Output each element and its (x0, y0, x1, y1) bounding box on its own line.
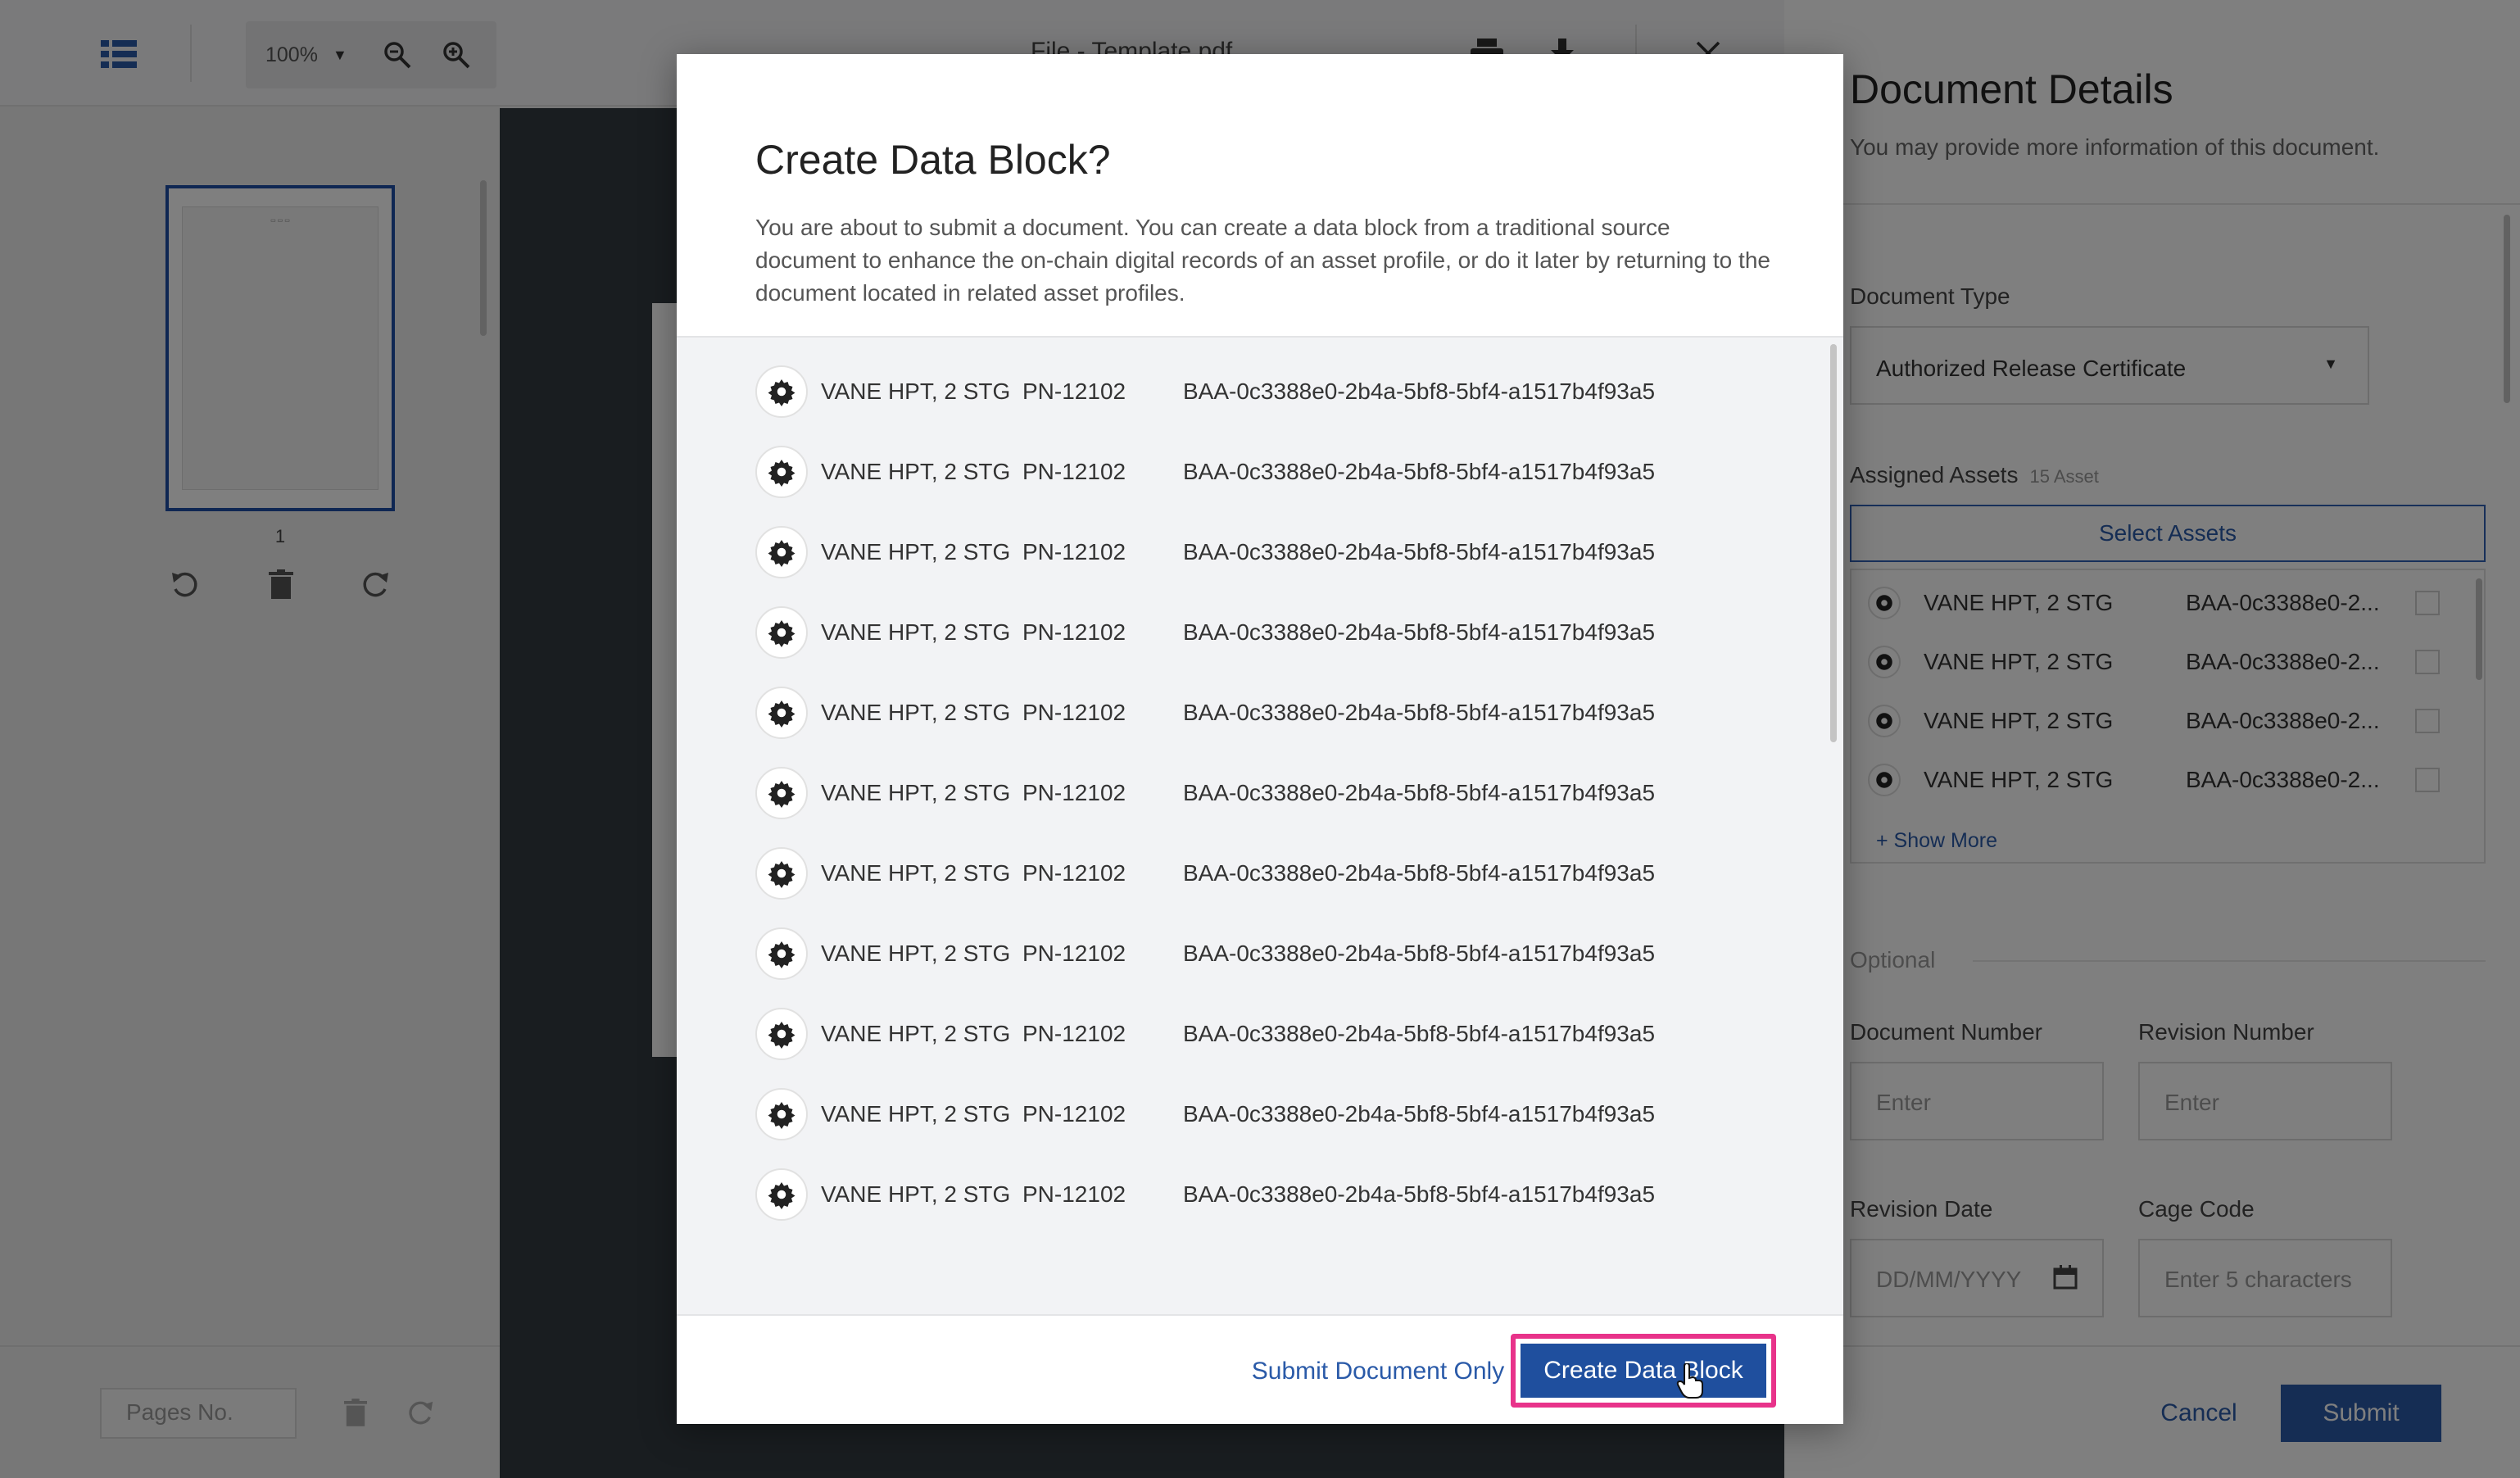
list-item: VANE HPT, 2 STG PN-12102 BAA-0c3388e0-2b4a… (755, 365, 1738, 418)
list-item: VANE HPT, 2 STG PN-12102 BAA-0c3388e0-2b4a… (755, 526, 1738, 578)
block-id: BAA-0c3388e0-2b4a-5bf8-5bf4-a1517b4f93a5 (1183, 1181, 1656, 1207)
asset-name: VANE HPT, 2 STG (821, 941, 1011, 966)
block-id: BAA-0c3388e0-2b4a-5bf8-5bf4-a1517b4f93a5 (1183, 539, 1656, 564)
part-number: PN-12102 (1022, 780, 1126, 805)
block-id: BAA-0c3388e0-2b4a-5bf8-5bf4-a1517b4f93a5 (1183, 1101, 1656, 1127)
part-number: PN-12102 (1022, 539, 1126, 564)
create-data-block-button[interactable]: Create Data Block (1521, 1344, 1766, 1398)
dialog-description: You are about to submit a document. You … (755, 215, 1770, 306)
list-item: VANE HPT, 2 STG PN-12102 BAA-0c3388e0-2b4a… (755, 1168, 1738, 1221)
block-id: BAA-0c3388e0-2b4a-5bf8-5bf4-a1517b4f93a5 (1183, 780, 1656, 805)
asset-name: VANE HPT, 2 STG (821, 860, 1011, 886)
asset-block-list: VANE HPT, 2 STG PN-12102 BAA-0c3388e0-2b4a… (677, 336, 1843, 1316)
list-item: VANE HPT, 2 STG PN-12102 BAA-0c3388e0-2b4a… (755, 767, 1738, 819)
asset-gear-icon (755, 446, 808, 498)
dialog-footer: Submit Document Only Create Data Block (677, 1316, 1843, 1424)
list-item: VANE HPT, 2 STG PN-12102 BAA-0c3388e0-2b4a… (755, 1088, 1738, 1140)
block-id: BAA-0c3388e0-2b4a-5bf8-5bf4-a1517b4f93a5 (1183, 619, 1656, 645)
asset-gear-icon (755, 1008, 808, 1060)
asset-name: VANE HPT, 2 STG (821, 619, 1011, 645)
asset-gear-icon (755, 687, 808, 739)
part-number: PN-12102 (1022, 379, 1126, 404)
block-id: BAA-0c3388e0-2b4a-5bf8-5bf4-a1517b4f93a5 (1183, 459, 1656, 484)
asset-gear-icon (755, 606, 808, 659)
block-id: BAA-0c3388e0-2b4a-5bf8-5bf4-a1517b4f93a5 (1183, 1021, 1656, 1046)
list-item: VANE HPT, 2 STG PN-12102 BAA-0c3388e0-2b4a… (755, 606, 1738, 659)
asset-name: VANE HPT, 2 STG (821, 1181, 1011, 1207)
asset-name: VANE HPT, 2 STG (821, 780, 1011, 805)
asset-name: VANE HPT, 2 STG (821, 379, 1011, 404)
asset-gear-icon (755, 767, 808, 819)
block-id: BAA-0c3388e0-2b4a-5bf8-5bf4-a1517b4f93a5 (1183, 379, 1656, 404)
block-id: BAA-0c3388e0-2b4a-5bf8-5bf4-a1517b4f93a5 (1183, 860, 1656, 886)
asset-gear-icon (755, 927, 808, 980)
asset-name: VANE HPT, 2 STG (821, 1021, 1011, 1046)
asset-name: VANE HPT, 2 STG (821, 1101, 1011, 1127)
part-number: PN-12102 (1022, 700, 1126, 725)
asset-gear-icon (755, 1088, 808, 1140)
part-number: PN-12102 (1022, 1021, 1126, 1046)
part-number: PN-12102 (1022, 1101, 1126, 1127)
dialog-title: Create Data Block? (755, 137, 1111, 183)
asset-gear-icon (755, 365, 808, 418)
block-id: BAA-0c3388e0-2b4a-5bf8-5bf4-a1517b4f93a5 (1183, 700, 1656, 725)
list-scrollbar[interactable] (1830, 344, 1837, 742)
asset-gear-icon (755, 526, 808, 578)
list-item: VANE HPT, 2 STG PN-12102 BAA-0c3388e0-2b4a… (755, 687, 1738, 739)
submit-document-only-button[interactable]: Submit Document Only (1227, 1347, 1529, 1396)
asset-gear-icon (755, 1168, 808, 1221)
cursor-hand-icon (1676, 1362, 1709, 1404)
asset-name: VANE HPT, 2 STG (821, 459, 1011, 484)
block-id: BAA-0c3388e0-2b4a-5bf8-5bf4-a1517b4f93a5 (1183, 941, 1656, 966)
list-item: VANE HPT, 2 STG PN-12102 BAA-0c3388e0-2b4a… (755, 927, 1738, 980)
asset-name: VANE HPT, 2 STG (821, 700, 1011, 725)
list-item: VANE HPT, 2 STG PN-12102 BAA-0c3388e0-2b4a… (755, 1008, 1738, 1060)
list-item: VANE HPT, 2 STG PN-12102 BAA-0c3388e0-2b4a… (755, 847, 1738, 900)
part-number: PN-12102 (1022, 941, 1126, 966)
asset-name: VANE HPT, 2 STG (821, 539, 1011, 564)
part-number: PN-12102 (1022, 459, 1126, 484)
part-number: PN-12102 (1022, 860, 1126, 886)
create-data-block-dialog: Create Data Block? You are about to subm… (677, 54, 1843, 1424)
asset-gear-icon (755, 847, 808, 900)
list-item: VANE HPT, 2 STG PN-12102 BAA-0c3388e0-2b4a… (755, 446, 1738, 498)
part-number: PN-12102 (1022, 1181, 1126, 1207)
part-number: PN-12102 (1022, 619, 1126, 645)
